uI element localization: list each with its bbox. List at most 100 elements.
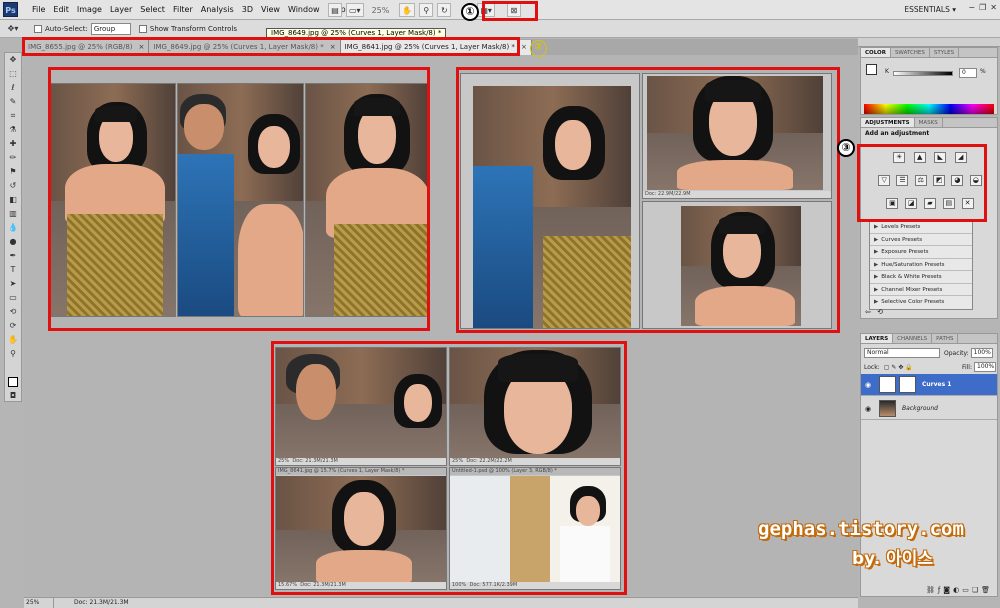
3d-orbit-icon[interactable]: ⟳ xyxy=(6,320,20,332)
show-transform-checkbox[interactable] xyxy=(138,24,147,33)
preset-curves[interactable]: ▶ Curves Presets xyxy=(870,234,972,246)
visibility-eye-icon[interactable]: ◉ xyxy=(863,381,873,389)
lock-icons[interactable]: ▢✎✥🔒 xyxy=(884,364,915,371)
hand-tool-icon[interactable]: ✋ xyxy=(6,334,20,346)
path-select-icon[interactable]: ➤ xyxy=(6,278,20,290)
menu-image[interactable]: Image xyxy=(73,0,106,20)
marquee-tool-icon[interactable]: ⬚ xyxy=(6,68,20,80)
workspace-label: ESSENTIALS xyxy=(904,5,950,14)
status-doc-size: Doc: 21.3M/21.3M xyxy=(74,599,129,606)
healing-brush-icon[interactable]: ✚ xyxy=(6,138,20,150)
blur-tool-icon[interactable]: 💧 xyxy=(6,222,20,234)
tab-styles[interactable]: STYLES xyxy=(930,48,960,57)
hand-tool-icon[interactable]: ✋ xyxy=(399,3,416,17)
tools-panel: ✥ ⬚ ℓ ✎ ⌗ ⚗ ✚ ✏ ⚑ ↺ ◧ ▥ 💧 ● ✒ T ➤ ▭ ⟲ ⟳ … xyxy=(4,52,22,402)
k-channel-label: K xyxy=(885,68,889,75)
layer-mask-thumbnail[interactable] xyxy=(899,376,916,393)
auto-select-dropdown[interactable]: Group xyxy=(90,22,131,35)
menu-analysis[interactable]: Analysis xyxy=(197,0,238,20)
tab-layers[interactable]: LAYERS xyxy=(861,334,894,343)
shape-tool-icon[interactable]: ▭ xyxy=(6,292,20,304)
3d-rotate-icon[interactable]: ⟲ xyxy=(6,306,20,318)
layer-row-background[interactable]: ◉ Background xyxy=(861,398,997,420)
rotate-view-icon[interactable]: ↻ xyxy=(437,3,452,17)
menu-edit[interactable]: Edit xyxy=(49,0,73,20)
preset-exposure[interactable]: ▶ Exposure Presets xyxy=(870,246,972,259)
new-group-icon[interactable]: ▭ xyxy=(962,586,972,594)
type-tool-icon[interactable]: T xyxy=(6,264,20,276)
fill-input[interactable]: 100% xyxy=(974,362,996,372)
crop-tool-icon[interactable]: ⌗ xyxy=(6,110,20,122)
tab-close-icon[interactable]: × xyxy=(521,43,527,51)
adjustments-panel: ADJUSTMENTS MASKS Add an adjustment ☀ ▲ … xyxy=(857,117,998,319)
foreground-color-chip[interactable] xyxy=(866,64,877,75)
color-ramp[interactable] xyxy=(864,104,994,114)
reset-icon[interactable]: ⟲ xyxy=(877,308,883,316)
layer-row-curves[interactable]: ◉ Curves 1 xyxy=(861,374,997,396)
tab-swatches[interactable]: SWATCHES xyxy=(891,48,930,57)
return-icon[interactable]: ⇦ xyxy=(865,308,871,316)
quick-select-tool-icon[interactable]: ✎ xyxy=(6,96,20,108)
screen-mode-icon[interactable]: ▭▾ xyxy=(346,3,364,17)
curves-adjustment-thumbnail xyxy=(879,376,896,393)
menu-view[interactable]: View xyxy=(257,0,284,20)
zoom-tool-icon[interactable]: ⚲ xyxy=(6,348,20,360)
close-icon[interactable]: ✕ xyxy=(990,3,997,12)
zoom-level[interactable]: 25% xyxy=(372,6,390,15)
foreground-color-swatch[interactable] xyxy=(8,377,18,387)
menu-3d[interactable]: 3D xyxy=(238,0,257,20)
tab-channels[interactable]: CHANNELS xyxy=(893,334,933,343)
new-adjustment-icon[interactable]: ◐ xyxy=(953,586,962,594)
preset-black-white[interactable]: ▶ Black & White Presets xyxy=(870,271,972,284)
maximize-icon[interactable]: ❐ xyxy=(979,3,986,12)
opacity-input[interactable]: 100% xyxy=(970,348,993,358)
tab-masks[interactable]: MASKS xyxy=(915,118,943,127)
tab-paths[interactable]: PATHS xyxy=(932,334,959,343)
link-layers-icon[interactable]: ⛓ xyxy=(926,586,938,594)
adjustment-presets-list: ▶ Levels Presets ▶ Curves Presets ▶ Exposur… xyxy=(869,220,973,310)
zoom-tool-icon[interactable]: ⚲ xyxy=(419,3,434,17)
quick-mask-icon[interactable]: ◘ xyxy=(6,390,20,402)
auto-select-checkbox[interactable] xyxy=(34,24,42,33)
status-zoom[interactable]: 25% xyxy=(24,598,54,608)
k-value-input[interactable]: 0 xyxy=(959,68,977,78)
tab-color[interactable]: COLOR xyxy=(861,48,891,57)
k-slider[interactable] xyxy=(893,71,953,76)
eyedropper-tool-icon[interactable]: ⚗ xyxy=(6,124,20,136)
pen-tool-icon[interactable]: ✒ xyxy=(6,250,20,262)
lasso-tool-icon[interactable]: ℓ xyxy=(6,82,20,94)
trash-icon[interactable]: 🗑 xyxy=(981,586,993,594)
brush-tool-icon[interactable]: ✏ xyxy=(6,152,20,164)
preset-selective-color[interactable]: ▶ Selective Color Presets xyxy=(870,296,972,309)
visibility-eye-icon[interactable]: ◉ xyxy=(863,405,873,413)
clone-stamp-icon[interactable]: ⚑ xyxy=(6,166,20,178)
menu-filter[interactable]: Filter xyxy=(169,0,197,20)
menu-file[interactable]: File xyxy=(28,0,49,20)
new-layer-icon[interactable]: ❏ xyxy=(972,586,981,594)
history-brush-icon[interactable]: ↺ xyxy=(6,180,20,192)
workspace-switcher[interactable]: ESSENTIALS ▾ xyxy=(904,0,956,20)
move-tool-icon[interactable]: ✥ xyxy=(6,54,20,66)
minimize-icon[interactable]: − xyxy=(968,3,975,12)
dock-header xyxy=(858,38,1000,47)
eraser-tool-icon[interactable]: ◧ xyxy=(6,194,20,206)
menu-window[interactable]: Window xyxy=(284,0,324,20)
layer-name: Background xyxy=(902,405,938,412)
preset-channel-mixer[interactable]: ▶ Channel Mixer Presets xyxy=(870,284,972,296)
expand-triangle-icon: ▶ xyxy=(874,274,879,280)
auto-select-label: Auto-Select: xyxy=(45,24,88,33)
move-tool-preset-icon[interactable]: ✥▾ xyxy=(6,23,20,35)
adjustments-footer-icons: ⇦ ⟲ xyxy=(865,308,883,316)
lock-label: Lock: xyxy=(864,363,880,371)
blend-mode-select[interactable]: Normal xyxy=(864,348,940,358)
menu-layer[interactable]: Layer xyxy=(106,0,136,20)
bridge-icon[interactable]: ▤ xyxy=(328,3,342,17)
add-mask-icon[interactable]: ◙ xyxy=(943,586,953,594)
menu-select[interactable]: Select xyxy=(136,0,169,20)
preset-hue-saturation[interactable]: ▶ Hue/Saturation Presets xyxy=(870,259,972,271)
expand-triangle-icon: ▶ xyxy=(874,261,879,268)
dodge-tool-icon[interactable]: ● xyxy=(6,236,20,248)
gradient-tool-icon[interactable]: ▥ xyxy=(6,208,20,220)
tab-adjustments[interactable]: ADJUSTMENTS xyxy=(861,118,915,127)
preset-levels[interactable]: ▶ Levels Presets xyxy=(870,221,972,234)
